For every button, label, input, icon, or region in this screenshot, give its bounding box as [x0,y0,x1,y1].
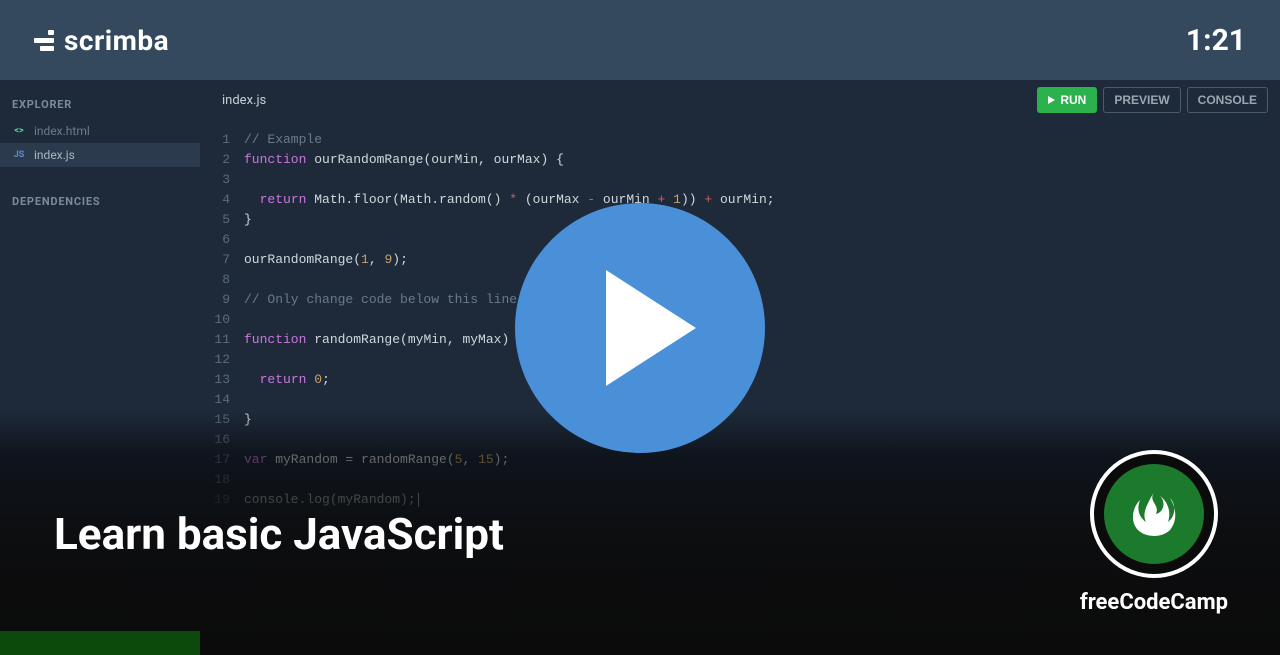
run-label: RUN [1060,93,1086,107]
channel-badge[interactable]: freeCodeCamp [1080,450,1228,615]
channel-avatar [1090,450,1218,578]
timestamp: 1:21 [1186,23,1246,58]
editor-topbar: index.js RUN PREVIEW CONSOLE [200,80,1280,120]
preview-label: PREVIEW [1114,93,1169,107]
explorer-heading: EXPLORER [0,90,200,119]
console-label: CONSOLE [1198,93,1257,107]
topbar: scrimba 1:21 [0,0,1280,80]
dependencies-heading: DEPENDENCIES [0,187,200,216]
file-item-index-html[interactable]: <> index.html [0,119,200,143]
file-item-index-js[interactable]: JS index.js [0,143,200,167]
run-button[interactable]: RUN [1037,87,1097,113]
progress-bar[interactable] [0,631,200,655]
sidebar: EXPLORER <> index.html JS index.js DEPENDEN… [0,80,200,655]
tab-filename[interactable]: index.js [212,87,276,114]
logo[interactable]: scrimba [34,24,169,57]
logo-mark-icon [34,30,54,51]
file-ext-icon: JS [12,150,26,160]
line-gutter: 12345678910111213141516171819 [200,130,244,510]
editor-actions: RUN PREVIEW CONSOLE [1037,87,1268,113]
brand-text: scrimba [64,24,169,57]
play-button[interactable] [515,203,765,453]
play-icon [606,270,696,386]
file-list: <> index.html JS index.js [0,119,200,167]
file-ext-icon: <> [12,126,26,136]
video-title: Learn basic JavaScript [54,508,504,560]
console-button[interactable]: CONSOLE [1187,87,1268,113]
play-icon [1048,96,1055,104]
flame-icon [1126,486,1182,542]
file-name: index.js [34,148,75,162]
channel-name: freeCodeCamp [1080,590,1228,615]
preview-button[interactable]: PREVIEW [1103,87,1180,113]
file-name: index.html [34,124,90,138]
